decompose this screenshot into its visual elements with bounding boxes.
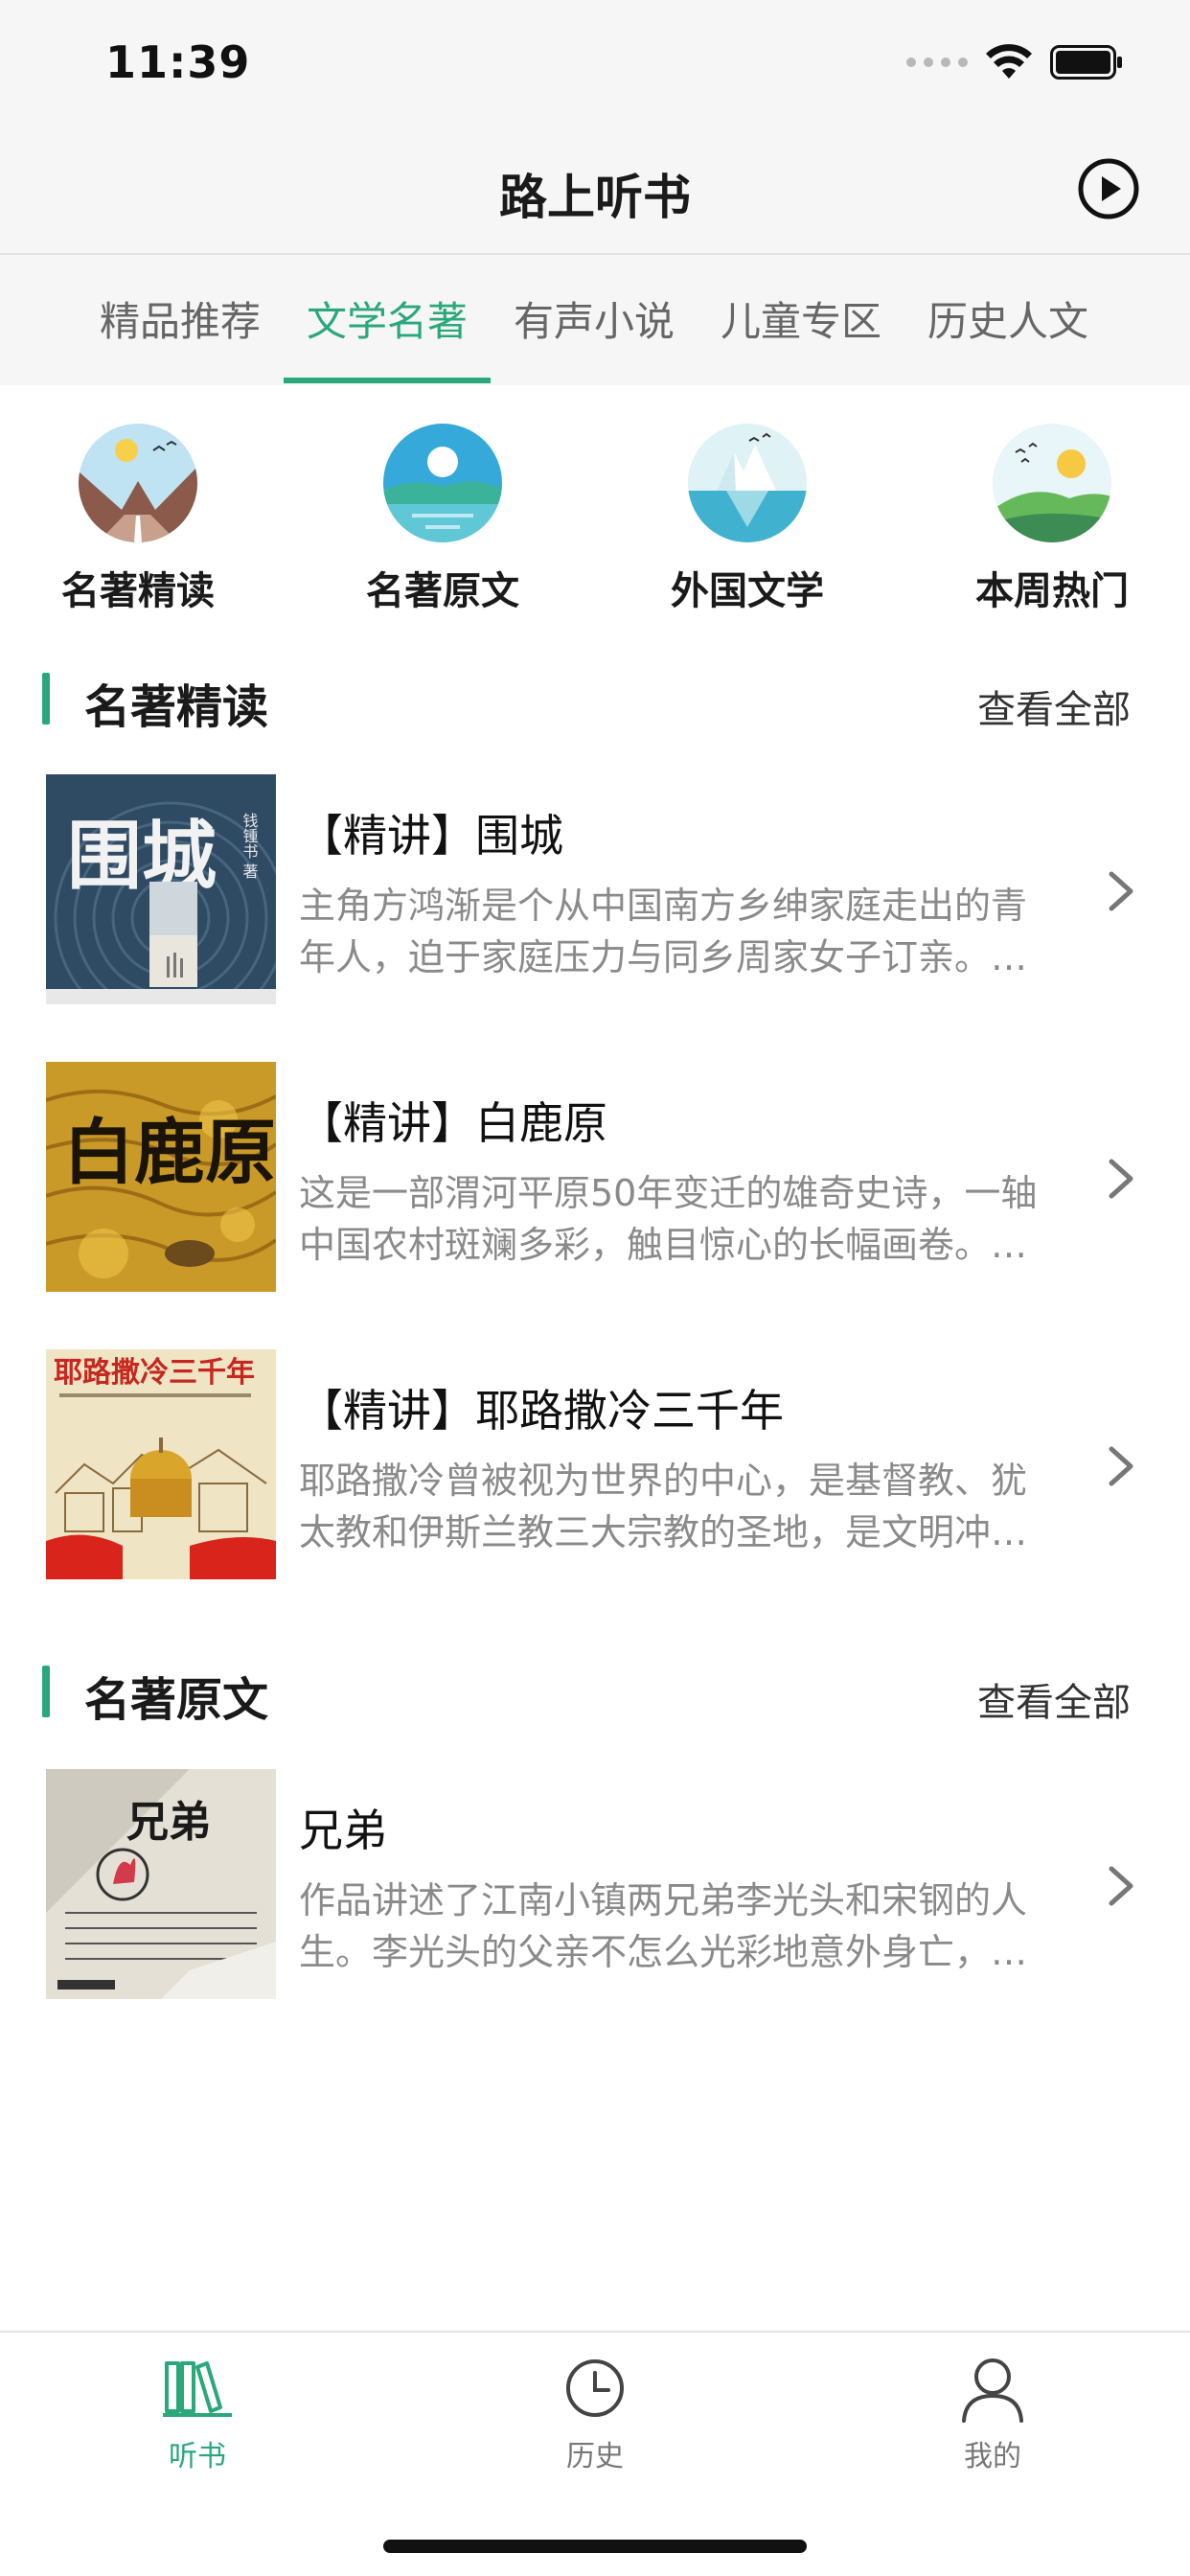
category-label: 名著原文 bbox=[366, 569, 519, 613]
chevron-right-icon bbox=[1104, 1158, 1138, 1200]
tab-lishi[interactable]: 历史人文 bbox=[904, 289, 1111, 348]
wifi-icon bbox=[985, 44, 1033, 80]
books-icon bbox=[159, 2350, 236, 2426]
category-mingzhu-yuanwen[interactable]: 名著原文 bbox=[337, 424, 548, 615]
book-cover-yelusaleng: 耶路撒冷三千年 bbox=[46, 1349, 276, 1579]
book-row-weicheng[interactable]: 围城 钱锺书 著 【精讲】围城 主角方鸿渐是个从中国南方乡绅家庭走出的青年人，迫… bbox=[0, 774, 1190, 1014]
book-cover-weicheng: 围城 钱锺书 著 bbox=[46, 774, 276, 1004]
tabbar-lishi[interactable]: 历史 bbox=[499, 2350, 691, 2474]
chevron-right-icon bbox=[1104, 1865, 1138, 1907]
chevron-right-icon bbox=[1104, 870, 1138, 912]
category-label: 名著精读 bbox=[61, 569, 215, 613]
book-title: 【精讲】围城 bbox=[299, 810, 563, 862]
tab-ertong[interactable]: 儿童专区 bbox=[698, 289, 904, 348]
cellular-signal-icon bbox=[906, 58, 968, 67]
svg-text:钱锺书 著: 钱锺书 著 bbox=[240, 813, 259, 879]
svg-text:耶路撒冷三千年: 耶路撒冷三千年 bbox=[54, 1356, 255, 1390]
road-landscape-icon bbox=[79, 424, 197, 542]
book-cover-xiongdi: 兄弟 bbox=[46, 1769, 276, 1999]
page-title: 路上听书 bbox=[499, 170, 691, 225]
lake-landscape-icon bbox=[383, 424, 502, 542]
category-grid: 名著精读 名著原文 外国文学 本周热门 bbox=[0, 385, 1190, 625]
tab-youshengxiaoshuo[interactable]: 有声小说 bbox=[491, 289, 698, 348]
tabbar-tingshu[interactable]: 听书 bbox=[102, 2350, 293, 2474]
book-description: 这是一部渭河平原50年变迁的雄奇史诗，一轴中国农村斑斓多彩，触目惊心的长幅画卷。… bbox=[299, 1172, 1038, 1266]
home-indicator bbox=[383, 2540, 807, 2553]
status-bar: 11:39 bbox=[0, 0, 1190, 126]
person-icon bbox=[954, 2350, 1031, 2426]
section-header-yuanwen: 名著原文 查看全部 bbox=[0, 1652, 1190, 1729]
active-tab-indicator bbox=[284, 378, 491, 383]
tabbar-wode[interactable]: 我的 bbox=[897, 2350, 1088, 2474]
tab-wenxue[interactable]: 文学名著 bbox=[284, 289, 491, 348]
status-time: 11:39 bbox=[105, 36, 251, 88]
section-title: 名著原文 bbox=[84, 1673, 269, 1727]
svg-text:兄弟: 兄弟 bbox=[126, 1798, 211, 1847]
hills-landscape-icon bbox=[993, 424, 1111, 542]
section-title: 名著精读 bbox=[84, 680, 269, 734]
chevron-right-icon bbox=[1104, 1445, 1138, 1487]
book-description: 作品讲述了江南小镇两兄弟李光头和宋钢的人生。李光头的父亲不怎么光彩地意外身亡，… bbox=[299, 1879, 1028, 1973]
book-row-bailuyuan[interactable]: 白鹿原 【精讲】白鹿原 这是一部渭河平原50年变迁的雄奇史诗，一轴中国农村斑斓多… bbox=[0, 1062, 1190, 1301]
category-waiguo-wenxue[interactable]: 外国文学 bbox=[642, 424, 853, 615]
status-icons bbox=[906, 44, 1123, 80]
tabbar-label: 历史 bbox=[566, 2440, 624, 2473]
section-accent-bar bbox=[42, 1666, 50, 1717]
svg-text:白鹿原: 白鹿原 bbox=[63, 1112, 276, 1194]
section-accent-bar bbox=[42, 673, 50, 724]
section-header-jingdu: 名著精读 查看全部 bbox=[0, 659, 1190, 736]
tabbar-label: 听书 bbox=[169, 2440, 226, 2473]
category-mingzhu-jingdu[interactable]: 名著精读 bbox=[33, 424, 243, 615]
play-circle-icon[interactable] bbox=[1077, 157, 1140, 220]
book-description: 主角方鸿渐是个从中国南方乡绅家庭走出的青年人，迫于家庭压力与同乡周家女子订亲。… bbox=[299, 885, 1028, 978]
book-title: 兄弟 bbox=[299, 1805, 387, 1856]
view-all-button[interactable]: 查看全部 bbox=[977, 678, 1131, 734]
book-description: 耶路撒冷曾被视为世界的中心，是基督教、犹太教和伊斯兰教三大宗教的圣地，是文明冲… bbox=[299, 1460, 1028, 1553]
clock-icon bbox=[557, 2350, 633, 2426]
nav-bar: 路上听书 bbox=[0, 126, 1190, 255]
category-label: 本周热门 bbox=[975, 569, 1129, 613]
book-cover-bailuyuan: 白鹿原 bbox=[46, 1062, 276, 1292]
book-title: 【精讲】耶路撒冷三千年 bbox=[299, 1385, 784, 1437]
view-all-button[interactable]: 查看全部 bbox=[977, 1671, 1131, 1727]
category-benzhou-remen[interactable]: 本周热门 bbox=[947, 424, 1157, 615]
book-title: 【精讲】白鹿原 bbox=[299, 1097, 607, 1149]
book-row-yelusaleng[interactable]: 耶路撒冷三千年 【精讲】耶路撒冷三千年 耶路撒冷曾被视为世界的中心，是基督教、犹… bbox=[0, 1349, 1190, 1589]
battery-icon bbox=[1050, 45, 1123, 80]
category-label: 外国文学 bbox=[671, 569, 824, 613]
iceberg-icon bbox=[688, 424, 807, 542]
book-row-xiongdi[interactable]: 兄弟 兄弟 作品讲述了江南小镇两兄弟李光头和宋钢的人生。李光头的父亲不怎么光彩地… bbox=[0, 1769, 1190, 2009]
tab-jingpin[interactable]: 精品推荐 bbox=[77, 289, 284, 348]
category-tabs: 精品推荐 文学名著 有声小说 儿童专区 历史人文 bbox=[0, 255, 1190, 385]
tabbar-label: 我的 bbox=[964, 2440, 1021, 2473]
